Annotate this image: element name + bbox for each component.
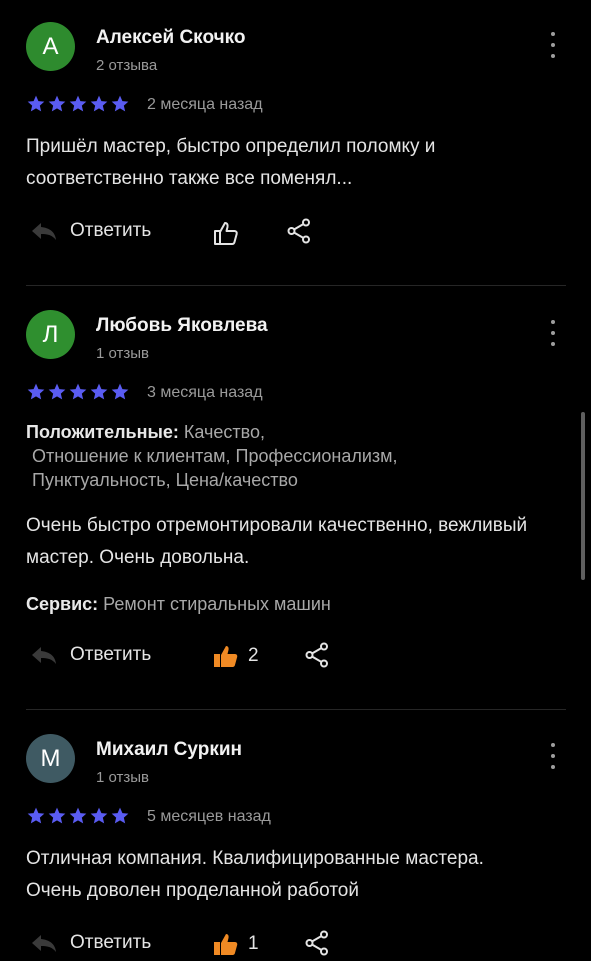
star-icon: [90, 383, 108, 400]
reply-button[interactable]: Ответить: [30, 220, 151, 242]
star-icon: [27, 95, 45, 112]
avatar-letter: А: [42, 32, 59, 60]
review-text: Очень быстро отремонтировали качественно…: [26, 515, 528, 568]
avatar-letter: Л: [42, 320, 59, 348]
reviewer-name[interactable]: Алексей Скочко: [96, 27, 245, 49]
avatar[interactable]: А: [26, 22, 75, 71]
divider: [26, 285, 566, 286]
rating-stars: [26, 806, 130, 826]
rating-stars: [26, 94, 130, 114]
avatar-letter: М: [40, 744, 61, 772]
star-icon: [111, 807, 129, 824]
review-date: 5 месяцев назад: [147, 808, 271, 825]
service-value: Ремонт стиральных машин: [103, 594, 331, 614]
review-date: 3 месяца назад: [147, 384, 263, 401]
reply-label: Ответить: [70, 932, 152, 953]
reply-arrow-icon: [32, 935, 56, 952]
reply-button[interactable]: Ответить: [30, 644, 151, 666]
review-date: 2 месяца назад: [147, 96, 263, 113]
reviewer-name[interactable]: Михаил Суркин: [96, 739, 242, 761]
like-button[interactable]: 2: [212, 643, 259, 669]
share-button[interactable]: [305, 642, 329, 673]
star-icon: [48, 95, 66, 112]
reply-arrow-icon: [32, 647, 56, 664]
reply-label: Ответить: [70, 220, 152, 241]
share-button[interactable]: [305, 930, 329, 961]
more-options-icon[interactable]: [545, 743, 561, 769]
like-count: 1: [248, 933, 259, 954]
more-options-icon[interactable]: [545, 32, 561, 58]
review-text: Отличная компания. Квалифицированные мас…: [26, 848, 484, 901]
star-icon: [27, 383, 45, 400]
positives-line: Отношение к клиентам, Профессионализм,: [32, 446, 398, 466]
thumbs-up-icon: [214, 222, 238, 245]
positives-line: Качество,: [183, 422, 265, 442]
more-options-icon[interactable]: [545, 320, 561, 346]
thumbs-up-icon: [214, 646, 238, 667]
star-icon: [48, 807, 66, 824]
service-line: Сервис: Ремонт стиральных машин: [26, 594, 331, 615]
reviewer-review-count: 2 отзыва: [96, 57, 158, 74]
scrollbar-thumb[interactable]: [581, 412, 585, 580]
star-icon: [111, 95, 129, 112]
reviewer-name[interactable]: Любовь Яковлева: [96, 315, 268, 337]
service-label: Сервис:: [26, 594, 99, 614]
positives-block: Положительные: Качество, Отношение к кли…: [26, 420, 566, 492]
positives-line: Пунктуальность, Цена/качество: [32, 470, 298, 490]
positives-label: Положительные:: [26, 422, 179, 442]
star-icon: [90, 95, 108, 112]
like-button[interactable]: 1: [212, 931, 259, 957]
like-button[interactable]: [212, 220, 248, 246]
star-icon: [48, 383, 66, 400]
star-icon: [27, 807, 45, 824]
star-icon: [111, 383, 129, 400]
reply-label: Ответить: [70, 644, 152, 665]
avatar[interactable]: Л: [26, 310, 75, 359]
review-text: Пришёл мастер, быстро определил поломку …: [26, 136, 436, 189]
star-icon: [69, 95, 87, 112]
star-icon: [69, 807, 87, 824]
star-icon: [90, 807, 108, 824]
rating-stars: [26, 382, 130, 402]
reply-arrow-icon: [32, 223, 56, 240]
share-icon: [305, 642, 328, 668]
avatar[interactable]: М: [26, 734, 75, 783]
divider: [26, 709, 566, 710]
thumbs-up-icon: [214, 934, 238, 955]
reviewer-review-count: 1 отзыв: [96, 769, 150, 786]
star-icon: [69, 383, 87, 400]
share-icon: [305, 930, 328, 956]
share-button[interactable]: [287, 218, 311, 249]
reply-button[interactable]: Ответить: [30, 932, 151, 954]
reviewer-review-count: 1 отзыв: [96, 345, 150, 362]
like-count: 2: [248, 645, 259, 666]
share-icon: [287, 218, 310, 244]
